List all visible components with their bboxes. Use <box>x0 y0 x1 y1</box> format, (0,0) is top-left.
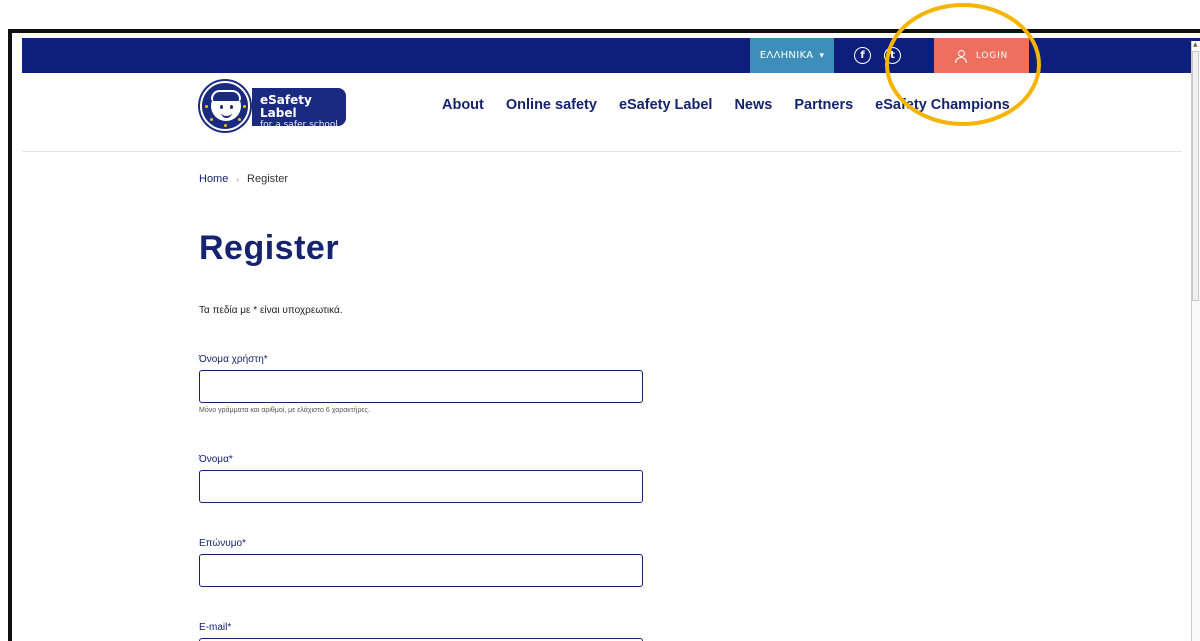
logo-star <box>205 105 208 108</box>
nav-item-esafety-label[interactable]: eSafety Label <box>619 97 713 113</box>
user-icon <box>954 49 967 63</box>
logo-subtitle: for a safer school <box>260 120 338 130</box>
nav-item-online-safety[interactable]: Online safety <box>506 97 597 113</box>
browser-viewport: ΕΛΛΗΝΙΚΑ ▾ f t LOGIN eSafety Label for a… <box>12 33 1200 641</box>
page-title: Register <box>199 229 340 267</box>
breadcrumb: Home › Register <box>199 173 799 185</box>
firstname-input[interactable] <box>199 470 643 503</box>
logo-star <box>224 124 227 127</box>
logo-eye-right <box>230 105 233 109</box>
main-navigation: About Online safety eSafety Label News P… <box>442 97 1032 113</box>
breadcrumb-home-link[interactable]: Home <box>199 173 228 185</box>
username-label: Όνομα χρήστη* <box>199 354 268 365</box>
logo-star <box>238 118 241 121</box>
email-label: E-mail* <box>199 622 232 633</box>
logo-title: eSafety Label <box>260 93 312 120</box>
login-button[interactable]: LOGIN <box>934 38 1029 73</box>
required-fields-note: Τα πεδία με * είναι υποχρεωτικά. <box>199 305 343 316</box>
language-selector[interactable]: ΕΛΛΗΝΙΚΑ ▾ <box>750 38 834 73</box>
scrollbar-thumb[interactable] <box>1192 51 1199 301</box>
logo-text-box: eSafety Label for a safer school <box>252 88 346 130</box>
nav-item-about[interactable]: About <box>442 97 484 113</box>
username-input[interactable] <box>199 370 643 403</box>
site-header: eSafety Label for a safer school About O… <box>22 73 1182 152</box>
scroll-up-icon[interactable]: ▲ <box>1193 41 1198 48</box>
breadcrumb-chevron-icon: › <box>236 174 240 184</box>
language-label: ΕΛΛΗΝΙΚΑ <box>759 50 814 61</box>
logo-star <box>210 118 213 121</box>
vertical-scrollbar[interactable]: ▲ <box>1191 41 1200 641</box>
logo-hair <box>211 90 241 101</box>
logo-emblem <box>200 81 250 131</box>
register-content: Home › Register Register Τα πεδία με * ε… <box>199 173 799 641</box>
top-utility-bar: ΕΛΛΗΝΙΚΑ ▾ f t LOGIN <box>22 38 1200 73</box>
logo-eye-left <box>220 105 223 109</box>
username-help-text: Μόνο γράμματα και αριθμοί, με ελάχιστο 6… <box>199 407 370 414</box>
logo-star <box>243 105 246 108</box>
twitter-icon[interactable]: t <box>884 47 901 64</box>
breadcrumb-current: Register <box>247 173 288 185</box>
nav-item-partners[interactable]: Partners <box>794 97 853 113</box>
esafety-logo[interactable]: eSafety Label for a safer school <box>200 81 348 133</box>
nav-item-esafety-champions[interactable]: eSafety Champions <box>875 97 1010 113</box>
lastname-label: Επώνυμο* <box>199 538 246 549</box>
chevron-down-icon: ▾ <box>819 50 825 61</box>
firstname-label: Όνομα* <box>199 454 233 465</box>
lastname-input[interactable] <box>199 554 643 587</box>
nav-item-news[interactable]: News <box>734 97 772 113</box>
facebook-icon[interactable]: f <box>854 47 871 64</box>
login-label: LOGIN <box>975 50 1009 61</box>
